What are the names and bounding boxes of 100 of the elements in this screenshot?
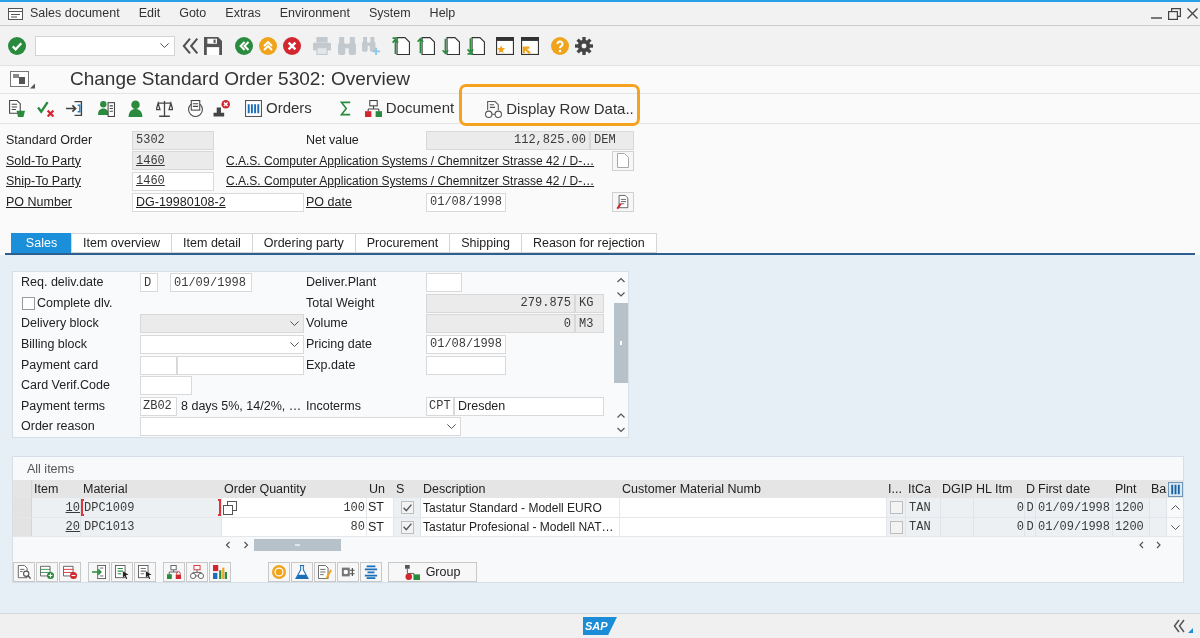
command-field[interactable] <box>35 35 175 56</box>
screen-menu-icon[interactable] <box>10 70 35 89</box>
menu-item[interactable]: Sales document <box>30 4 120 23</box>
input-field[interactable]: 1460 <box>132 172 214 191</box>
stamp-cross-icon[interactable] <box>213 100 230 117</box>
column-header[interactable]: Plnt <box>1113 480 1150 499</box>
dropdown-field[interactable] <box>140 417 461 437</box>
settings-icon[interactable] <box>575 36 593 55</box>
field-label: Standard Order <box>6 131 93 149</box>
checkbox[interactable] <box>889 501 903 515</box>
column-header[interactable]: Description <box>421 480 620 499</box>
check-cross-icon[interactable] <box>37 100 54 117</box>
column-header[interactable]: S <box>394 480 421 499</box>
field-label: Payment terms <box>21 397 106 415</box>
checkbox[interactable] <box>889 520 903 534</box>
tab[interactable]: Item detail <box>171 233 253 254</box>
column-header[interactable]: ItCa <box>906 480 941 499</box>
restore-icon[interactable] <box>1168 7 1181 20</box>
input-field[interactable] <box>140 376 192 396</box>
document-glasses-icon[interactable] <box>485 100 503 118</box>
menu-item[interactable]: Goto <box>179 4 207 23</box>
sum-icon[interactable] <box>339 101 351 116</box>
page-top-arrow-icon[interactable] <box>392 36 410 55</box>
double-chevron-left-icon[interactable] <box>181 36 199 55</box>
person-document-icon[interactable] <box>98 100 115 117</box>
tab[interactable]: Reason for rejection <box>520 233 657 254</box>
column-header[interactable]: Customer Material Numb <box>620 480 887 499</box>
menu-item[interactable]: System <box>368 4 411 23</box>
column-header[interactable]: Item <box>32 480 81 499</box>
input-field[interactable]: 01/09/1998 <box>170 273 252 293</box>
tab[interactable]: Ordering party <box>251 233 356 254</box>
person-icon[interactable] <box>127 100 144 117</box>
column-header[interactable]: HL Itm <box>974 480 1025 499</box>
field-label[interactable]: Ship-To Party <box>6 172 82 191</box>
hierarchy-icon[interactable] <box>364 100 382 117</box>
column-header[interactable]: Material <box>81 480 222 499</box>
party-name-link[interactable]: C.A.S. Computer Application Systems / Chemnitzer Strasse 42 / D-… <box>226 172 606 191</box>
chevron-down-icon[interactable] <box>290 341 299 347</box>
cancel-icon[interactable] <box>283 36 301 55</box>
tab[interactable]: Procurement <box>354 233 451 254</box>
column-header[interactable]: Un <box>367 480 394 499</box>
input-field[interactable] <box>426 273 462 293</box>
double-chevron-left-icon[interactable] <box>1173 619 1193 633</box>
input-field[interactable] <box>140 355 177 375</box>
column-header[interactable]: I... <box>887 480 906 499</box>
tab[interactable]: Shipping <box>449 233 522 254</box>
minimize-icon[interactable] <box>1151 16 1162 19</box>
column-header[interactable]: Order Quantity <box>222 480 367 499</box>
checkbox[interactable] <box>22 296 35 310</box>
back-icon[interactable] <box>235 36 253 55</box>
input-field[interactable]: CPT <box>426 396 454 416</box>
checkbox-label[interactable]: Complete dlv. <box>37 293 113 313</box>
page-bottom-arrow-icon[interactable] <box>467 36 485 55</box>
tab[interactable]: Item overview <box>71 233 173 254</box>
chevron-down-icon[interactable] <box>160 43 169 48</box>
column-header[interactable]: DGIP <box>941 480 974 499</box>
field-label[interactable]: PO date <box>306 192 352 212</box>
input-field[interactable]: 01/08/1998 <box>426 334 506 354</box>
column-header[interactable]: D <box>1025 480 1036 499</box>
menu-item[interactable]: Extras <box>225 4 261 23</box>
page-up-arrow-icon[interactable] <box>417 36 435 55</box>
column-header[interactable]: Ba <box>1150 480 1167 499</box>
display-row-data-button[interactable]: Display Row Data.. <box>483 95 636 123</box>
hierarchy-icon[interactable] <box>404 564 420 580</box>
group-button[interactable]: Group <box>388 562 477 583</box>
column-settings-icon[interactable] <box>1167 481 1183 497</box>
menu-icon[interactable] <box>8 7 23 20</box>
page-down-arrow-icon[interactable] <box>442 36 460 55</box>
grid-icon[interactable] <box>245 100 262 117</box>
chevron-down-icon[interactable] <box>447 424 456 430</box>
table-cell[interactable]: 10 <box>32 498 81 517</box>
input-field[interactable] <box>426 355 506 375</box>
menu-item[interactable]: Edit <box>138 4 161 23</box>
input-field[interactable]: Dresden <box>454 396 604 416</box>
field-label[interactable]: PO Number <box>6 192 72 212</box>
close-icon[interactable] <box>1187 8 1198 19</box>
arrow-into-box-icon[interactable] <box>66 100 83 117</box>
input-field[interactable]: 01/08/1998 <box>426 192 506 212</box>
document-basket-icon[interactable] <box>8 100 25 117</box>
copy-icon[interactable] <box>223 500 237 515</box>
scale-icon[interactable] <box>156 100 173 117</box>
cell-text: DPC1009 <box>84 499 135 517</box>
input-field[interactable] <box>177 355 304 375</box>
check-circle-icon[interactable] <box>8 36 26 55</box>
tab[interactable]: Sales <box>11 233 72 254</box>
dropdown-field[interactable] <box>140 334 304 354</box>
input-field[interactable]: 100 <box>222 498 367 517</box>
save-icon[interactable] <box>204 36 222 55</box>
input-field[interactable]: DG-19980108-2 <box>132 192 304 212</box>
input-field[interactable]: D <box>140 273 158 293</box>
menu-item[interactable]: Environment <box>279 4 350 23</box>
orders-button[interactable]: Orders <box>243 94 314 123</box>
column-header[interactable]: First date <box>1036 480 1113 499</box>
chevron-down-icon[interactable] <box>1170 524 1180 530</box>
document-flow-button[interactable]: Document <box>362 94 457 123</box>
menu-item[interactable]: Help <box>429 4 456 23</box>
chevron-up-icon[interactable] <box>1170 505 1180 511</box>
document-circle-icon[interactable] <box>187 100 204 117</box>
input-field[interactable]: ZB02 <box>140 396 177 416</box>
input-field[interactable] <box>620 498 887 517</box>
